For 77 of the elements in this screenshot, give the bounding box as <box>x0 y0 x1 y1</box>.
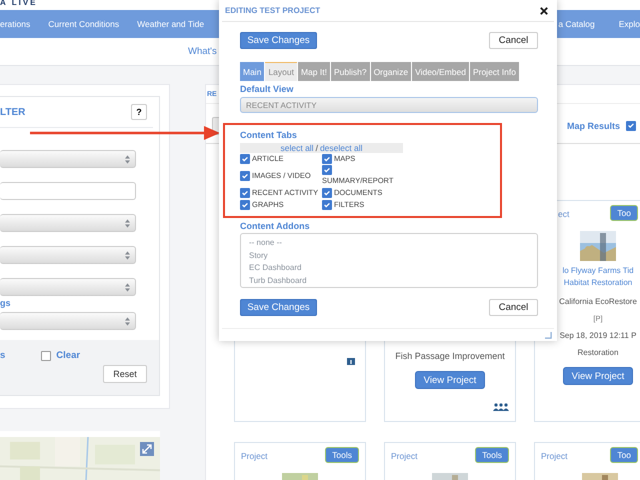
footer-link[interactable]: s <box>0 350 6 361</box>
updown-icon <box>125 282 130 292</box>
category-text: Restoration <box>578 348 618 357</box>
select-field[interactable] <box>0 312 136 330</box>
filter-title: LTER <box>0 106 26 118</box>
updown-icon <box>125 316 130 326</box>
list-item[interactable]: Story <box>249 250 268 262</box>
expand-icon[interactable] <box>140 442 154 456</box>
section-label: Content Addons <box>240 221 310 231</box>
tools-button[interactable]: Tools <box>475 447 509 463</box>
nav-link[interactable]: Current Conditions <box>48 19 120 29</box>
checkbox[interactable] <box>240 200 250 210</box>
help-button[interactable]: ? <box>131 104 147 120</box>
checkbox[interactable] <box>322 154 332 164</box>
view-project-button[interactable]: View Project <box>563 367 633 385</box>
dialog-title: EDITING TEST PROJECT <box>225 6 320 15</box>
project-title-link[interactable]: Habitat Restoration <box>564 277 632 289</box>
nav-link[interactable]: a Catalog <box>558 19 595 29</box>
card-label: ect <box>558 209 570 219</box>
list-item[interactable]: Turb Dashboard <box>249 274 307 287</box>
tab[interactable]: Main <box>240 62 264 81</box>
nav-link[interactable]: Explo <box>618 19 640 29</box>
tab[interactable]: Video/Embed <box>412 62 469 81</box>
checkbox[interactable] <box>240 170 250 180</box>
organization-text: California EcoRestore <box>559 297 637 306</box>
checkbox[interactable] <box>626 120 636 130</box>
nav-link[interactable]: Weather and Tide <box>137 19 204 29</box>
select-field[interactable]: RECENT ACTIVITY <box>240 97 538 113</box>
list-item[interactable]: -- none -- <box>249 237 282 250</box>
cancel-button[interactable]: Cancel <box>489 299 538 316</box>
checkbox[interactable] <box>322 188 332 198</box>
card-label: Project <box>541 451 568 461</box>
select-field[interactable] <box>0 150 136 168</box>
view-project-button[interactable]: View Project <box>415 371 485 389</box>
addons-listbox[interactable]: -- none -- Story EC Dashboard Turb Dashboard <box>240 233 538 288</box>
section-label: Default View <box>240 84 294 94</box>
tools-button[interactable]: Too <box>610 447 638 463</box>
separator-text: / <box>316 143 318 153</box>
checkbox[interactable] <box>240 154 250 164</box>
reset-button[interactable]: Reset <box>103 365 147 383</box>
select-field[interactable] <box>0 278 136 296</box>
checkbox[interactable] <box>322 165 332 175</box>
input-field[interactable] <box>0 182 136 200</box>
updown-icon <box>125 250 130 260</box>
checkbox[interactable] <box>41 350 52 360</box>
select-field[interactable] <box>0 214 136 232</box>
section-label: Content Tabs <box>240 130 297 140</box>
select-field[interactable] <box>0 246 136 264</box>
checkbox-label[interactable]: Clear <box>56 350 80 361</box>
tab[interactable]: Publish? <box>330 62 370 81</box>
tools-button[interactable]: Tools <box>325 447 359 463</box>
tools-button[interactable]: Too <box>610 205 638 221</box>
list-item[interactable]: EC Dashboard <box>249 262 302 274</box>
checkbox[interactable] <box>240 188 250 198</box>
tab[interactable]: Organize <box>370 62 412 81</box>
checkbox-label[interactable]: Map Results <box>566 120 620 130</box>
updown-icon <box>125 154 130 164</box>
field-label: gs <box>0 298 12 308</box>
category-text: Fish Passage Improvement <box>395 351 505 361</box>
select-all-link[interactable]: select all <box>280 143 314 153</box>
card-label: Project <box>391 451 418 461</box>
card-label: Project <box>241 451 268 461</box>
date-text: Sep 18, 2019 12:11 P <box>560 331 636 340</box>
tab[interactable]: Layout <box>265 62 297 81</box>
tab[interactable]: Map It! <box>298 62 330 81</box>
nav-link[interactable]: erations <box>0 19 30 29</box>
updown-icon <box>125 218 130 228</box>
subnav-link[interactable]: What's <box>188 46 217 57</box>
project-title-link[interactable]: lo Flyway Farms Tid <box>562 265 634 277</box>
save-button[interactable]: Save Changes <box>240 299 317 316</box>
checkbox[interactable] <box>322 200 332 210</box>
deselect-all-link[interactable]: deselect all <box>320 143 362 153</box>
cancel-button[interactable]: Cancel <box>489 32 538 49</box>
save-button[interactable]: Save Changes <box>240 32 317 49</box>
close-icon[interactable] <box>540 6 548 14</box>
resize-icon[interactable] <box>545 332 552 338</box>
tab[interactable]: Project Info <box>470 62 519 81</box>
